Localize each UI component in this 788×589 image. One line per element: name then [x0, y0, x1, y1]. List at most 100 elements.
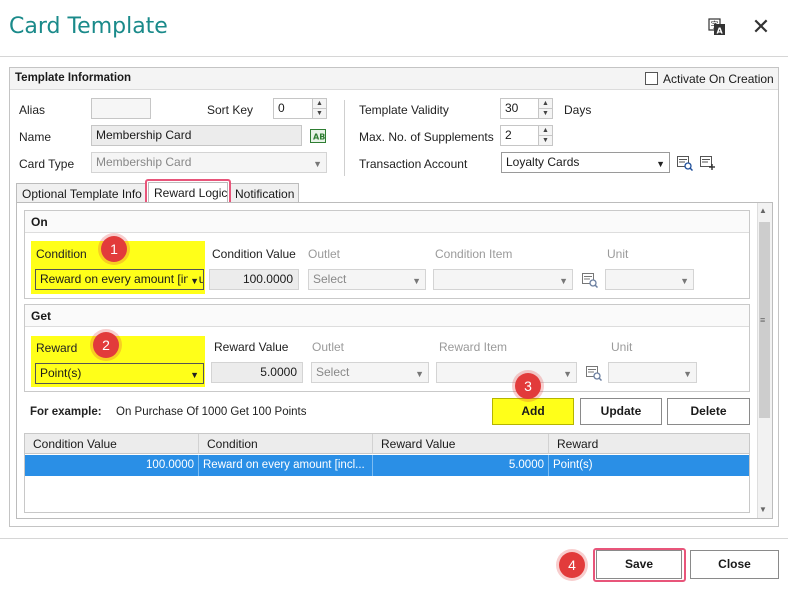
chevron-down-icon: ▼ — [559, 276, 568, 286]
spin-down-icon[interactable]: ▼ — [313, 109, 326, 118]
example-label: For example: — [30, 406, 102, 418]
chevron-down-icon: ▼ — [563, 369, 572, 379]
validity-spinner[interactable]: ▲ ▼ — [538, 99, 552, 118]
delete-button[interactable]: Delete — [667, 398, 750, 425]
chevron-down-icon: ▼ — [188, 274, 199, 289]
column-header-reward-value[interactable]: Reward Value — [373, 434, 549, 454]
supplements-label: Max. No. of Supplements — [359, 130, 494, 144]
add-button[interactable]: Add — [492, 398, 574, 425]
on-unit-select[interactable]: ▼ — [605, 269, 694, 290]
column-header-condition[interactable]: Condition — [199, 434, 373, 454]
chevron-down-icon: ▼ — [680, 276, 689, 286]
sort-key-input[interactable]: 0 ▲ ▼ — [273, 98, 327, 119]
translate-icon[interactable]: 字 A — [708, 18, 726, 36]
card-type-value: Membership Card — [96, 155, 192, 169]
tab-notification[interactable]: Notification — [229, 183, 299, 203]
section-title: Template Information — [15, 72, 132, 84]
step-badge-1: 1 — [101, 236, 127, 262]
validity-value: 30 — [505, 101, 519, 115]
sort-key-label: Sort Key — [207, 103, 254, 117]
get-unit-select[interactable]: ▼ — [608, 362, 697, 383]
on-outlet-select[interactable]: Select ▼ — [308, 269, 426, 290]
spin-down-icon[interactable]: ▼ — [539, 109, 552, 118]
svg-text:AB: AB — [313, 133, 325, 142]
tab-optional-template-info[interactable]: Optional Template Info — [16, 183, 146, 203]
card-type-select[interactable]: Membership Card ▼ — [91, 152, 327, 173]
supplements-spinner[interactable]: ▲ ▼ — [538, 126, 552, 145]
table-cell[interactable]: 5.0000 — [373, 455, 549, 476]
get-outlet-select[interactable]: Select ▼ — [311, 362, 429, 383]
ab-edit-icon[interactable]: AB — [310, 129, 326, 143]
chevron-down-icon: ▼ — [415, 369, 424, 379]
table-cell[interactable]: Point(s) — [549, 455, 749, 476]
add-list-icon[interactable] — [700, 156, 716, 171]
supplements-input[interactable]: 2 ▲ ▼ — [500, 125, 553, 146]
chevron-down-icon: ▼ — [683, 369, 692, 379]
validity-unit: Days — [564, 103, 592, 117]
chevron-down-icon: ▼ — [656, 159, 665, 169]
close-button[interactable]: Close — [690, 550, 779, 579]
condition-value: Reward on every amount [inclu — [40, 272, 204, 286]
transaction-value: Loyalty Cards — [506, 155, 580, 169]
table-cell[interactable]: Reward on every amount [incl... — [199, 455, 373, 476]
get-outlet-value: Select — [316, 365, 350, 379]
spin-up-icon[interactable]: ▲ — [539, 126, 552, 136]
update-button[interactable]: Update — [580, 398, 662, 425]
condition-select[interactable]: Reward on every amount [inclu ▼ — [35, 269, 204, 290]
activate-label: Activate On Creation — [663, 72, 774, 86]
reward-value-label: Reward Value — [214, 340, 289, 354]
name-input[interactable]: Membership Card — [91, 125, 302, 146]
spin-up-icon[interactable]: ▲ — [539, 99, 552, 109]
scroll-down-icon[interactable]: ▼ — [759, 505, 767, 514]
reward-item-select[interactable]: ▼ — [436, 362, 577, 383]
scroll-up-icon[interactable]: ▲ — [759, 206, 767, 215]
name-label: Name — [19, 130, 52, 144]
save-callout — [593, 548, 686, 582]
reward-value-input[interactable]: 5.0000 — [211, 362, 303, 383]
reward-label: Reward — [36, 341, 78, 355]
condition-item-lookup-icon[interactable] — [582, 273, 598, 288]
lookup-icon[interactable] — [677, 156, 693, 171]
step-badge-2: 2 — [93, 332, 119, 358]
condition-item-label: Condition Item — [435, 247, 513, 261]
supplements-value: 2 — [505, 128, 512, 142]
close-icon[interactable]: ✕ — [750, 16, 772, 38]
get-unit-label: Unit — [611, 340, 633, 354]
get-group-header: Get — [25, 305, 749, 327]
activate-checkbox[interactable] — [645, 72, 658, 85]
transaction-label: Transaction Account — [359, 157, 468, 171]
spin-up-icon[interactable]: ▲ — [313, 99, 326, 109]
sort-key-spinner[interactable]: ▲ ▼ — [312, 99, 326, 118]
get-outlet-label: Outlet — [312, 340, 345, 354]
on-group-header: On — [25, 211, 749, 233]
example-text: On Purchase Of 1000 Get 100 Points — [116, 406, 307, 418]
card-type-label: Card Type — [19, 157, 75, 171]
chevron-down-icon: ▼ — [190, 370, 199, 380]
table-cell[interactable]: 100.0000 — [25, 455, 199, 476]
reward-item-label: Reward Item — [439, 340, 508, 354]
footer-separator — [0, 538, 788, 539]
title-separator — [0, 56, 788, 57]
on-unit-label: Unit — [607, 247, 629, 261]
condition-label: Condition — [36, 247, 87, 261]
transaction-select[interactable]: Loyalty Cards ▼ — [501, 152, 670, 173]
reward-rules-grid: Condition Value Condition Reward Value R… — [24, 433, 750, 513]
spin-down-icon[interactable]: ▼ — [539, 136, 552, 145]
step-badge-3: 3 — [515, 373, 541, 399]
validity-input[interactable]: 30 ▲ ▼ — [500, 98, 553, 119]
svg-text:A: A — [717, 27, 724, 36]
condition-item-select[interactable]: ▼ — [433, 269, 573, 290]
reward-item-lookup-icon[interactable] — [586, 366, 602, 381]
column-divider — [344, 100, 345, 176]
step-badge-4: 4 — [559, 552, 585, 578]
chevron-down-icon: ▼ — [412, 276, 421, 286]
on-outlet-label: Outlet — [308, 247, 341, 261]
column-header-condition-value[interactable]: Condition Value — [25, 434, 199, 454]
grip-icon: ≡ — [760, 315, 766, 325]
validity-label: Template Validity — [359, 103, 449, 117]
alias-label: Alias — [19, 103, 46, 117]
column-header-reward[interactable]: Reward — [549, 434, 749, 454]
condition-value-input[interactable]: 100.0000 — [209, 269, 299, 290]
alias-input[interactable] — [91, 98, 151, 119]
reward-select[interactable]: Point(s) ▼ — [35, 363, 204, 384]
